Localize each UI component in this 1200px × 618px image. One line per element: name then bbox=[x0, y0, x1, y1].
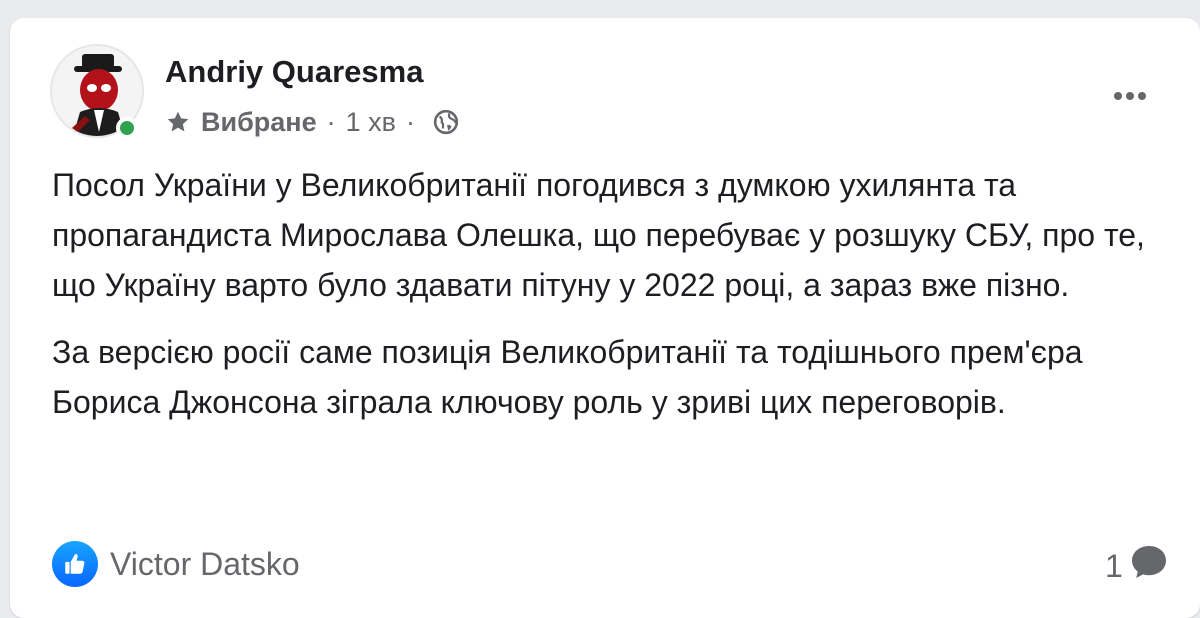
author-name[interactable]: Andriy Quaresma bbox=[165, 54, 423, 90]
more-options-button[interactable] bbox=[1100, 76, 1160, 116]
more-dot bbox=[1126, 92, 1134, 100]
post-paragraph: За версією росії саме позиція Великобрит… bbox=[52, 334, 1083, 420]
star-icon bbox=[165, 109, 191, 135]
post-paragraph: Посол України у Великобританії погодився… bbox=[52, 167, 1145, 303]
like-icon bbox=[52, 541, 98, 587]
meta-separator: · bbox=[326, 106, 336, 137]
comment-icon bbox=[1129, 542, 1169, 590]
post-card: Andriy Quaresma Вибране · 1 хв · Посол У… bbox=[10, 18, 1200, 618]
reactions-summary[interactable]: Victor Datsko bbox=[52, 540, 300, 588]
globe-icon[interactable] bbox=[433, 109, 459, 135]
reactor-name: Victor Datsko bbox=[110, 545, 300, 582]
comment-count: 1 bbox=[1105, 547, 1123, 584]
audience-label[interactable]: Вибране bbox=[201, 107, 317, 138]
post-meta: Вибране · 1 хв · bbox=[165, 104, 459, 140]
meta-separator-2: · bbox=[405, 106, 415, 137]
post-time[interactable]: 1 хв bbox=[346, 107, 396, 138]
post-text: Посол України у Великобританії погодився… bbox=[52, 160, 1172, 427]
online-status-dot bbox=[116, 117, 138, 139]
more-dot bbox=[1114, 92, 1122, 100]
comments-count[interactable]: 1 bbox=[1105, 542, 1169, 590]
more-dot bbox=[1138, 92, 1146, 100]
